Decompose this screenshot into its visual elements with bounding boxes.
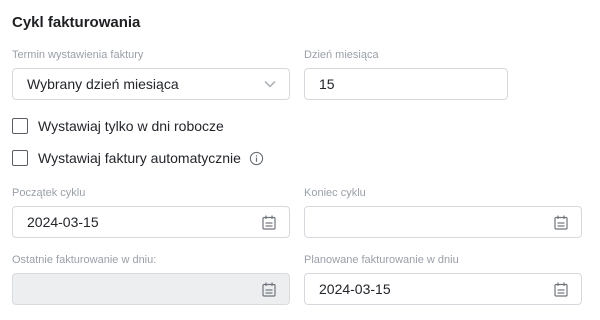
last-invoicing-input (12, 273, 290, 305)
cycle-end-input[interactable] (304, 206, 582, 238)
working-days-checkbox[interactable] (12, 118, 28, 134)
working-days-checkbox-row[interactable]: Wystawiaj tylko w dni robocze (12, 118, 224, 134)
auto-invoices-label: Wystawiaj faktury automatycznie (38, 150, 241, 166)
invoice-term-value: Wybrany dzień miesiąca (27, 76, 179, 92)
cycle-start-label: Początek cyklu (12, 187, 86, 199)
cycle-start-value: 2024-03-15 (27, 214, 99, 230)
day-of-month-input[interactable]: 15 (304, 68, 508, 100)
day-of-month-label: Dzień miesiąca (304, 49, 379, 61)
planned-invoicing-input[interactable]: 2024-03-15 (304, 273, 582, 305)
invoice-term-label: Termin wystawienia faktury (12, 49, 144, 61)
invoice-term-select[interactable]: Wybrany dzień miesiąca (12, 68, 290, 100)
calendar-icon[interactable] (546, 207, 576, 237)
calendar-icon[interactable] (254, 207, 284, 237)
chevron-down-icon (255, 69, 285, 99)
planned-invoicing-label: Planowane fakturowanie w dniu (304, 254, 459, 266)
cycle-end-label: Koniec cyklu (304, 187, 366, 199)
last-invoicing-label: Ostatnie fakturowanie w dniu: (12, 254, 157, 266)
day-of-month-value: 15 (319, 76, 335, 92)
auto-invoices-checkbox-row[interactable]: Wystawiaj faktury automatycznie (12, 150, 265, 166)
calendar-icon (254, 274, 284, 304)
planned-invoicing-value: 2024-03-15 (319, 281, 391, 297)
info-icon[interactable] (249, 150, 265, 166)
auto-invoices-checkbox[interactable] (12, 150, 28, 166)
calendar-icon[interactable] (546, 274, 576, 304)
cycle-start-input[interactable]: 2024-03-15 (12, 206, 290, 238)
working-days-label: Wystawiaj tylko w dni robocze (38, 118, 224, 134)
section-title: Cykl fakturowania (12, 14, 141, 31)
